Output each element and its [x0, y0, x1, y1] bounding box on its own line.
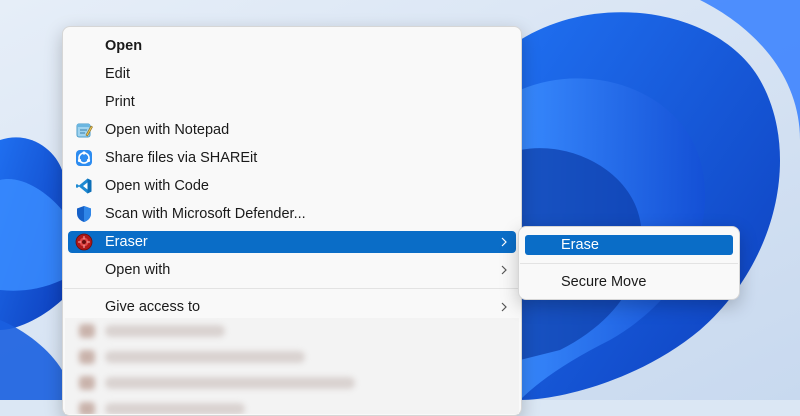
menu-item-label: Open [105, 38, 143, 54]
submenu-item-label: Erase [561, 237, 599, 253]
menu-item-label: Print [105, 94, 135, 110]
eraser-icon [75, 233, 93, 251]
blurred-icon [79, 376, 95, 390]
blurred-text [105, 377, 355, 389]
submenu-item-erase[interactable]: Erase [525, 235, 733, 255]
menu-item-print[interactable]: Print [68, 91, 516, 113]
menu-item-scan-defender[interactable]: Scan with Microsoft Defender... [68, 203, 516, 225]
notepad-icon [76, 123, 93, 138]
shareit-icon [76, 150, 92, 166]
eraser-submenu: Erase Secure Move [518, 226, 740, 300]
menu-item-label: Eraser [105, 234, 148, 250]
submenu-item-secure-move[interactable]: Secure Move [525, 272, 733, 292]
menu-item-open-with[interactable]: Open with [68, 259, 516, 281]
menu-item-share-shareit[interactable]: Share files via SHAREit [68, 147, 516, 169]
blurred-icon [79, 402, 95, 414]
menu-item-open-with-code[interactable]: Open with Code [68, 175, 516, 197]
menu-item-label: Share files via SHAREit [105, 150, 258, 166]
menu-item-open-with-notepad[interactable]: Open with Notepad [68, 119, 516, 141]
blurred-text [105, 403, 245, 414]
menu-item-label: Open with Code [105, 178, 209, 194]
submenu-separator [520, 263, 738, 264]
menu-item-label: Open with Notepad [105, 122, 230, 138]
menu-item-give-access-to[interactable]: Give access to [68, 296, 516, 318]
submenu-item-label: Secure Move [561, 274, 647, 290]
menu-item-label: Give access to [105, 299, 201, 315]
menu-item-label: Open with [105, 262, 171, 278]
context-menu: Open Edit Print Open with Notepad Share … [62, 26, 522, 416]
vscode-icon [76, 178, 92, 194]
blurred-icon [79, 324, 95, 338]
menu-item-label: Scan with Microsoft Defender... [105, 206, 306, 222]
menu-item-open[interactable]: Open [68, 35, 516, 57]
blurred-text [105, 351, 305, 363]
menu-item-edit[interactable]: Edit [68, 63, 516, 85]
blurred-icon [79, 350, 95, 364]
defender-shield-icon [77, 206, 91, 222]
blurred-text [105, 325, 225, 337]
menu-item-eraser[interactable]: Eraser [68, 231, 516, 253]
chevron-right-icon [501, 302, 507, 312]
chevron-right-icon [501, 265, 507, 275]
chevron-right-icon [501, 237, 507, 247]
menu-item-label: Edit [105, 66, 130, 82]
menu-separator [64, 288, 520, 289]
